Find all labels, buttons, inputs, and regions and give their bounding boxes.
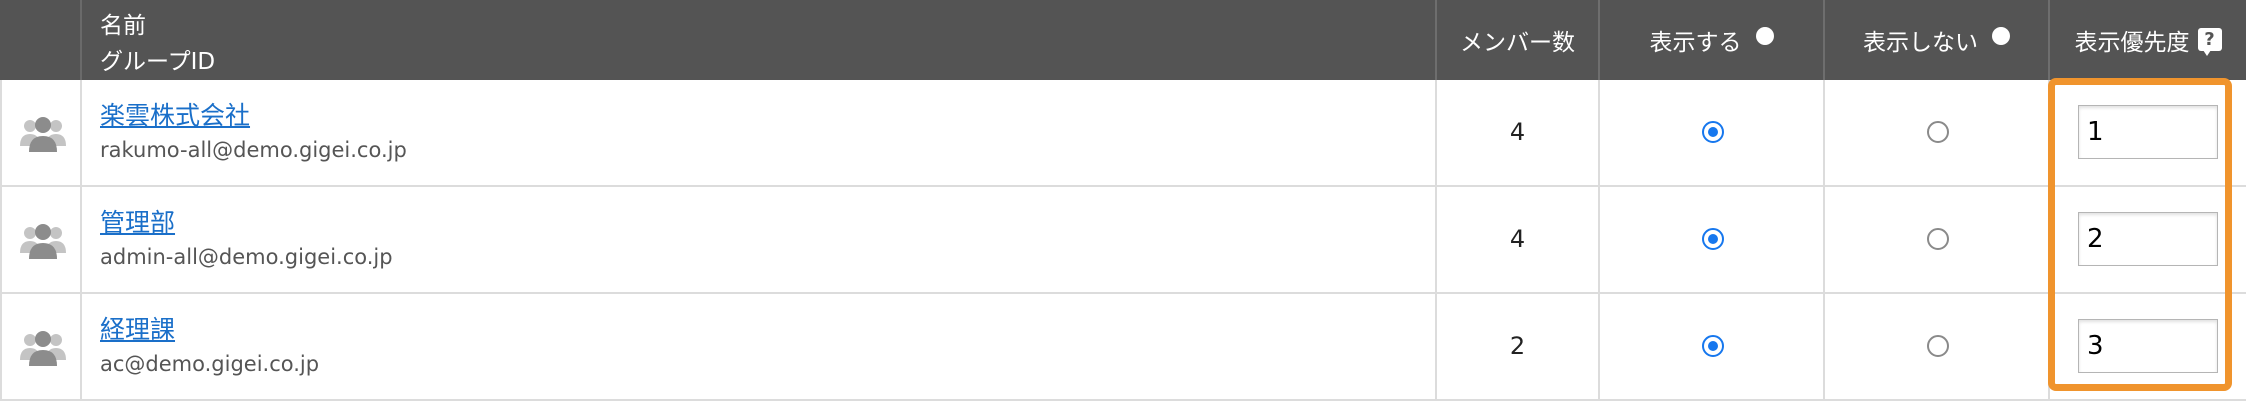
priority-input[interactable]: 1 xyxy=(2078,105,2218,159)
group-icon xyxy=(20,224,66,259)
header-name-column: 名前 グループID xyxy=(80,0,1435,80)
header-icon-column xyxy=(0,0,80,80)
help-icon[interactable]: ? xyxy=(2197,27,2222,56)
header-member-count-label: メンバー数 xyxy=(1460,30,1575,56)
table-row: 管理部 admin-all@demo.gigei.co.jp 4 2 xyxy=(0,187,2246,294)
header-hide-label: 表示しない xyxy=(1863,30,1978,56)
header-name-label: 名前 xyxy=(100,13,146,39)
hide-radio[interactable] xyxy=(1927,228,1949,250)
member-count: 2 xyxy=(1509,332,1526,360)
member-count: 4 xyxy=(1509,118,1526,146)
header-show-label: 表示する xyxy=(1649,30,1742,56)
group-id: admin-all@demo.gigei.co.jp xyxy=(100,245,393,269)
show-radio[interactable] xyxy=(1702,121,1724,143)
hide-all-radio[interactable] xyxy=(1992,27,2010,45)
group-icon xyxy=(20,117,66,152)
header-show-column: 表示する xyxy=(1598,0,1823,80)
group-name-link[interactable]: 管理部 xyxy=(100,203,175,239)
group-id: rakumo-all@demo.gigei.co.jp xyxy=(100,138,407,162)
group-id: ac@demo.gigei.co.jp xyxy=(100,352,320,376)
member-count: 4 xyxy=(1509,225,1526,253)
hide-radio[interactable] xyxy=(1927,335,1949,357)
group-icon xyxy=(20,331,66,366)
header-group-id-label: グループID xyxy=(100,49,216,75)
show-radio[interactable] xyxy=(1702,335,1724,357)
header-hide-column: 表示しない xyxy=(1823,0,2048,80)
group-name-link[interactable]: 経理課 xyxy=(100,310,175,346)
table-row: 楽雲株式会社 rakumo-all@demo.gigei.co.jp 4 1 xyxy=(0,80,2246,187)
header-member-count: メンバー数 xyxy=(1435,0,1598,80)
priority-input[interactable]: 2 xyxy=(2078,212,2218,266)
table-header: 名前 グループID メンバー数 表示する 表示しない 表示優先度 ? xyxy=(0,0,2246,80)
priority-input[interactable]: 3 xyxy=(2078,319,2218,373)
show-radio[interactable] xyxy=(1702,228,1724,250)
header-priority-column: 表示優先度 ? xyxy=(2048,0,2246,80)
group-name-link[interactable]: 楽雲株式会社 xyxy=(100,96,250,132)
show-all-radio[interactable] xyxy=(1755,27,1774,45)
table-row: 経理課 ac@demo.gigei.co.jp 2 3 xyxy=(0,294,2246,401)
hide-radio[interactable] xyxy=(1927,121,1949,143)
header-priority-label: 表示優先度 xyxy=(2074,30,2190,56)
